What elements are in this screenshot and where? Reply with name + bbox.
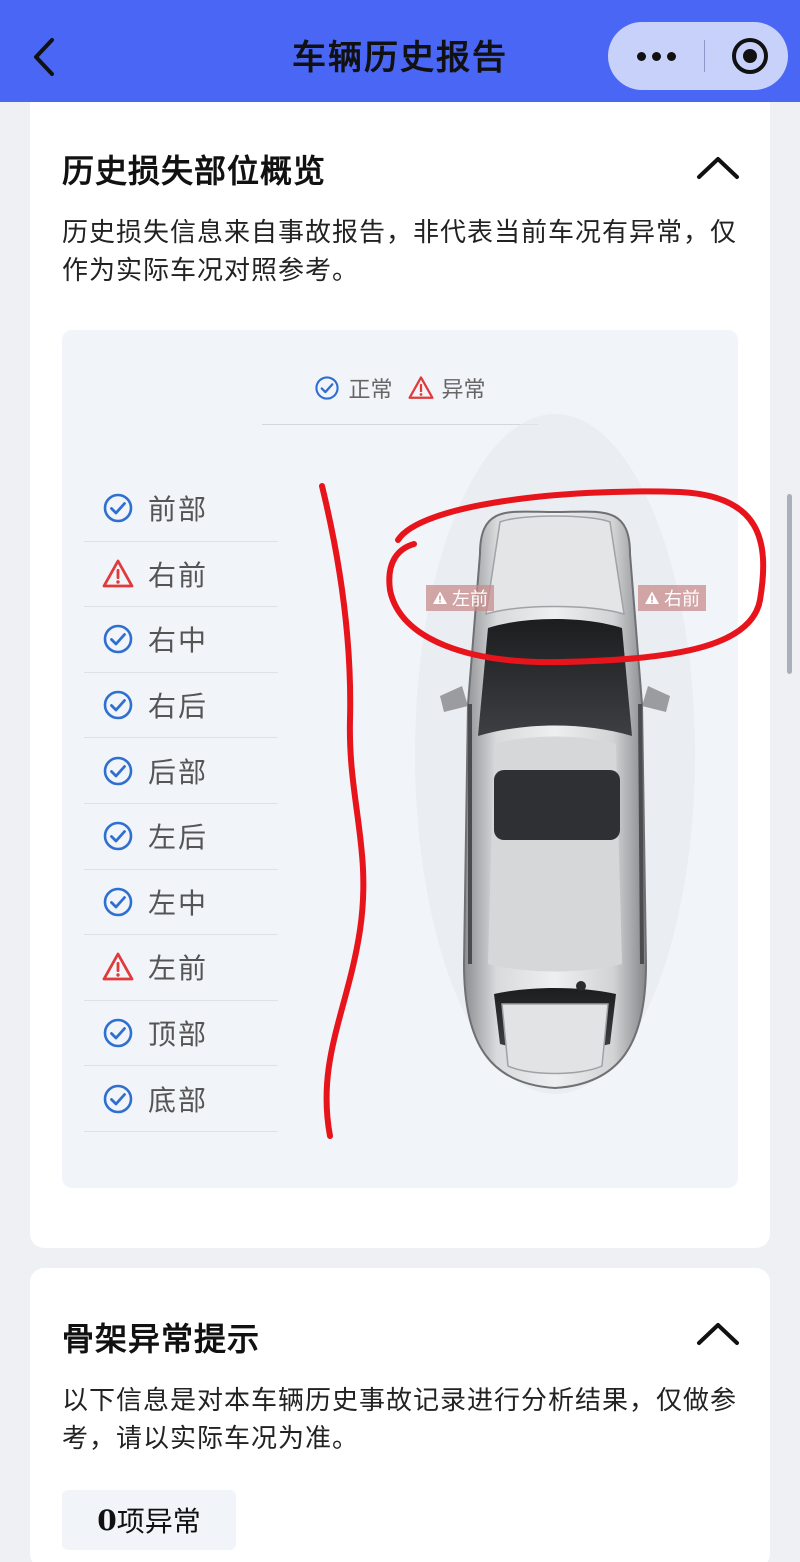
car-tag-label: 右前 — [664, 589, 700, 610]
part-row: 后部 — [84, 738, 278, 804]
check-circle-icon — [102, 755, 134, 787]
section-description: 以下信息是对本车辆历史事故记录进行分析结果，仅做参考，请以实际车况为准。 — [62, 1386, 738, 1454]
part-row: 底部 — [84, 1066, 278, 1132]
part-label: 顶部 — [148, 1018, 209, 1052]
warning-icon — [102, 951, 134, 983]
part-label: 左前 — [148, 952, 209, 986]
legend-normal-label: 正常 — [348, 378, 393, 403]
top-nav-bar: 车辆历史报告 — [0, 0, 800, 102]
legend-abnormal-label: 异常 — [441, 378, 486, 403]
part-row: 右中 — [84, 607, 278, 673]
check-circle-icon — [315, 376, 340, 400]
car-tag-right-front: 右前 — [638, 585, 706, 611]
check-circle-icon — [102, 492, 134, 524]
warning-icon — [102, 558, 134, 590]
section-title: 历史损失部位概览 — [62, 152, 327, 190]
warning-icon — [645, 591, 659, 604]
part-label: 右前 — [148, 558, 209, 592]
part-row: 前部 — [84, 476, 278, 542]
check-circle-icon — [102, 1083, 134, 1115]
capsule-divider — [704, 40, 705, 72]
part-label: 右中 — [148, 624, 209, 658]
part-row: 左前 — [84, 935, 278, 1001]
check-circle-icon — [102, 1017, 134, 1049]
part-label: 后部 — [148, 755, 209, 789]
damage-part-list: 前部 右前 右中 右后 后部 左后 左中 左前 顶部 底部 — [84, 476, 278, 1132]
legend: 正常 异常 — [62, 372, 738, 407]
part-row: 左后 — [84, 804, 278, 870]
anomaly-count-badge: 0 项异常 — [62, 1490, 236, 1550]
check-circle-icon — [102, 623, 134, 655]
more-icon[interactable] — [608, 22, 704, 90]
part-label: 底部 — [148, 1083, 209, 1117]
anomaly-count-suffix: 项异常 — [116, 1505, 201, 1538]
close-target-icon[interactable] — [732, 38, 768, 74]
part-label: 前部 — [148, 493, 209, 527]
part-row: 左中 — [84, 870, 278, 936]
check-circle-icon — [102, 820, 134, 852]
part-row: 右后 — [84, 673, 278, 739]
car-tag-label: 左前 — [452, 589, 488, 610]
part-row: 右前 — [84, 542, 278, 608]
warning-icon — [407, 376, 434, 399]
mini-program-capsule — [608, 22, 788, 90]
car-tag-left-front: 左前 — [426, 585, 494, 611]
part-row: 顶部 — [84, 1001, 278, 1067]
scrollbar[interactable] — [787, 494, 792, 674]
chevron-up-icon[interactable] — [696, 154, 740, 180]
part-label: 右后 — [148, 690, 209, 724]
part-label: 左中 — [148, 886, 209, 920]
frame-anomaly-card: 骨架异常提示 以下信息是对本车辆历史事故记录进行分析结果，仅做参考，请以实际车况… — [30, 1268, 770, 1562]
chevron-up-icon[interactable] — [696, 1320, 740, 1346]
section-title: 骨架异常提示 — [62, 1320, 261, 1358]
check-circle-icon — [102, 689, 134, 721]
anomaly-count: 0 — [97, 1503, 117, 1537]
warning-icon — [433, 591, 447, 604]
part-label: 左后 — [148, 821, 209, 855]
section-description: 历史损失信息来自事故报告，非代表当前车况有异常，仅作为实际车况对照参考。 — [62, 218, 738, 286]
car-top-view-image — [415, 414, 695, 1094]
check-circle-icon — [102, 886, 134, 918]
